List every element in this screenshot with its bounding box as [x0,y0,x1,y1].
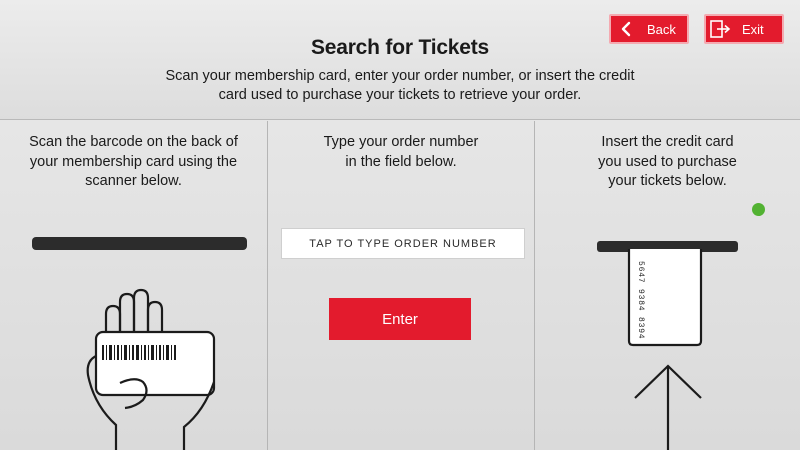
status-dot-icon [752,203,765,216]
exit-button[interactable]: Exit [704,14,784,44]
membership-scan-panel: Scan the barcode on the back of your mem… [0,121,267,450]
credit-card-panel: Insert the credit card you used to purch… [535,121,800,450]
card-number: 5647 9384 8394 [636,261,645,340]
exit-door-icon [706,20,736,38]
chevron-left-icon [611,21,641,37]
order-instructions: Type your order number in the field belo… [323,134,479,170]
back-button-label: Back [647,21,676,37]
back-button[interactable]: Back [609,14,689,44]
exit-button-label: Exit [742,21,764,37]
header: Search for Tickets Scan your membership … [0,0,800,120]
enter-button[interactable]: Enter [329,298,471,340]
order-number-panel: Type your order number in the field belo… [268,121,534,450]
barcode-scanner-slot [32,237,247,250]
hand-holding-card-icon [80,283,220,450]
page-subtitle: Scan your membership card, enter your or… [165,68,635,103]
arrow-up-icon [633,364,703,450]
order-number-input[interactable] [281,228,525,259]
card-instructions: Insert the credit card you used to purch… [598,134,737,189]
scan-instructions: Scan the barcode on the back of your mem… [29,134,238,189]
